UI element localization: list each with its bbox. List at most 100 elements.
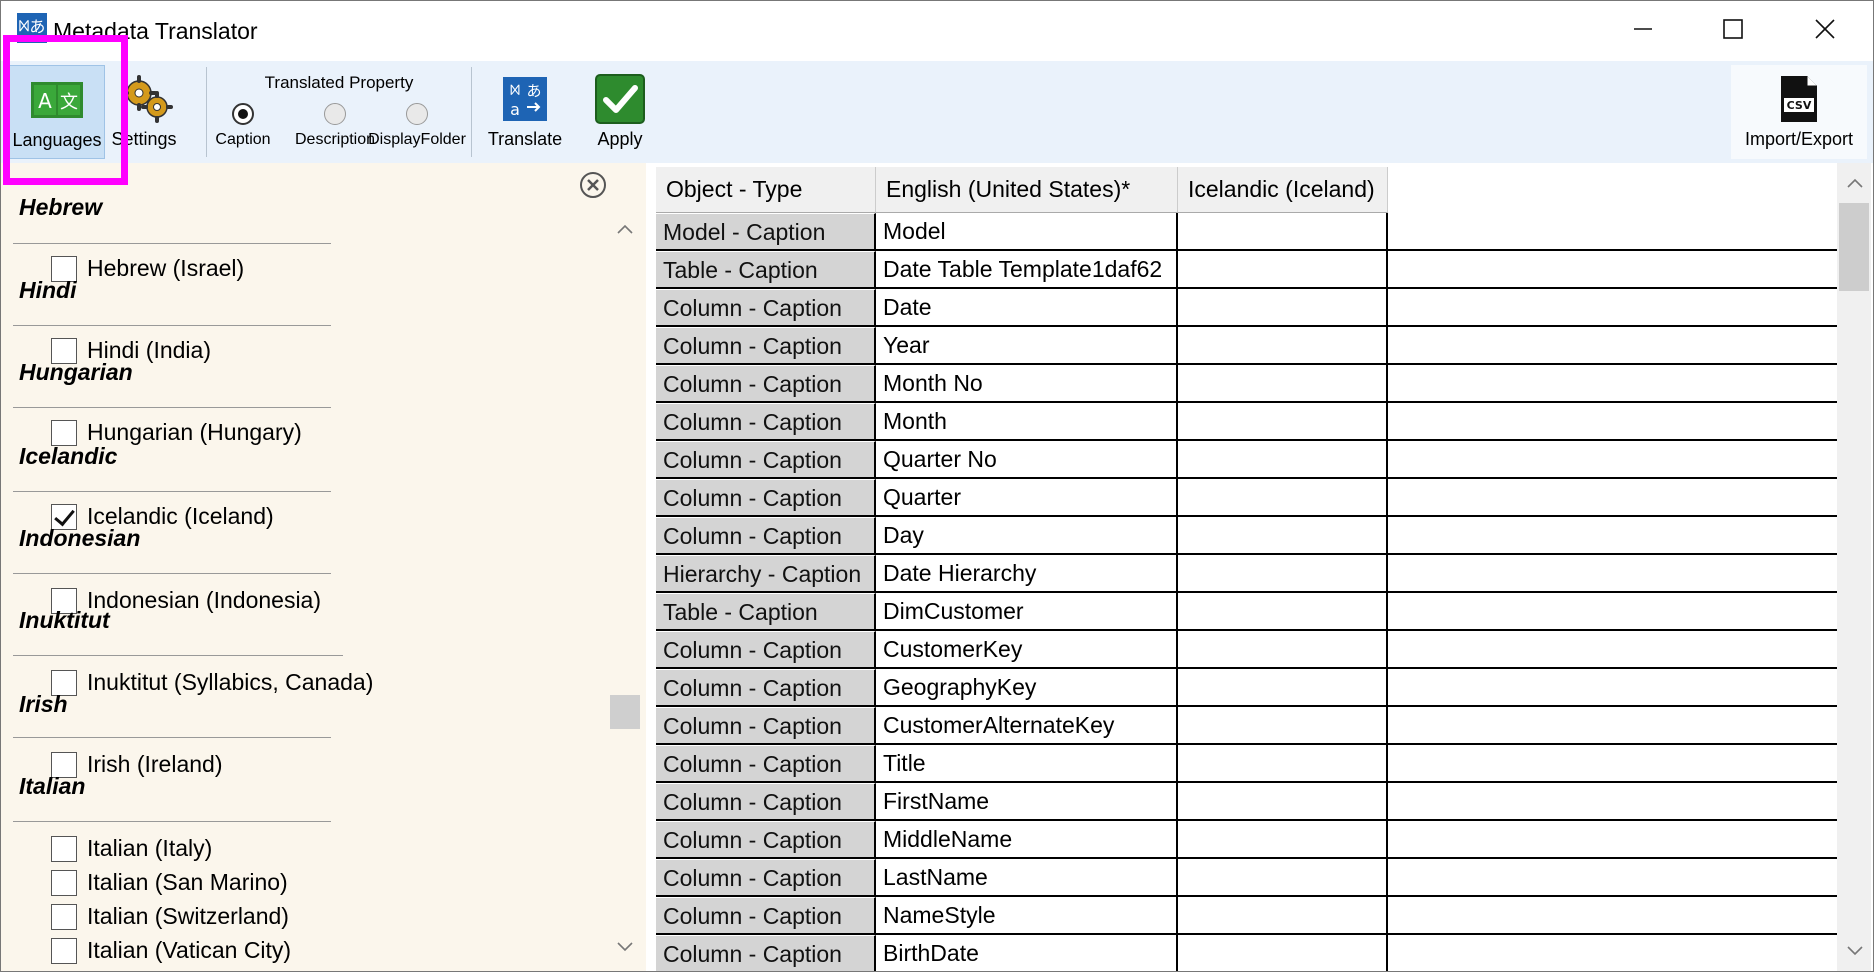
cell-empty xyxy=(1388,821,1846,857)
cell-english[interactable]: Date Hierarchy xyxy=(876,555,1178,591)
cell-icelandic[interactable] xyxy=(1178,289,1388,325)
cell-icelandic[interactable] xyxy=(1178,783,1388,819)
table-row[interactable]: Column - Caption Month No xyxy=(656,365,1846,403)
cell-english[interactable]: Title xyxy=(876,745,1178,781)
cell-icelandic[interactable] xyxy=(1178,251,1388,287)
cell-empty xyxy=(1388,593,1846,629)
language-option-inuktitut-syllabics-canada[interactable]: Inuktitut (Syllabics, Canada) xyxy=(51,669,373,696)
table-row[interactable]: Column - Caption BirthDate xyxy=(656,935,1846,971)
scrollbar-thumb[interactable] xyxy=(1839,203,1869,291)
cell-icelandic[interactable] xyxy=(1178,365,1388,401)
cell-icelandic[interactable] xyxy=(1178,327,1388,363)
translate-button[interactable]: ᢂ あ a Translate xyxy=(479,65,571,159)
import-export-button[interactable]: CSV Import/Export xyxy=(1731,65,1867,159)
radio-caption[interactable]: Caption xyxy=(213,103,273,149)
cell-english[interactable]: Day xyxy=(876,517,1178,553)
language-option-italian-italy[interactable]: Italian (Italy) xyxy=(51,835,212,862)
languages-button[interactable]: A 文 Languages xyxy=(9,65,105,159)
cell-english[interactable]: Year xyxy=(876,327,1178,363)
table-row[interactable]: Table - Caption DimCustomer xyxy=(656,593,1846,631)
cell-icelandic[interactable] xyxy=(1178,213,1388,249)
table-row[interactable]: Column - Caption Quarter No xyxy=(656,441,1846,479)
table-row[interactable]: Column - Caption Quarter xyxy=(656,479,1846,517)
cell-english[interactable]: BirthDate xyxy=(876,935,1178,971)
cell-icelandic[interactable] xyxy=(1178,669,1388,705)
cell-icelandic[interactable] xyxy=(1178,441,1388,477)
cell-empty xyxy=(1388,289,1846,325)
table-row[interactable]: Hierarchy - Caption Date Hierarchy xyxy=(656,555,1846,593)
cell-english[interactable]: Date Table Template1daf62 xyxy=(876,251,1178,287)
minimize-button[interactable] xyxy=(1613,9,1673,49)
settings-button[interactable]: Settings xyxy=(105,65,189,159)
table-row[interactable]: Column - Caption GeographyKey xyxy=(656,669,1846,707)
chevron-down-icon[interactable] xyxy=(616,941,634,953)
table-row[interactable]: Table - Caption Date Table Template1daf62 xyxy=(656,251,1846,289)
table-row[interactable]: Column - Caption Day xyxy=(656,517,1846,555)
table-row[interactable]: Column - Caption Year xyxy=(656,327,1846,365)
table-row[interactable]: Column - Caption Title xyxy=(656,745,1846,783)
table-row[interactable]: Column - Caption NameStyle xyxy=(656,897,1846,935)
table-row[interactable]: Column - Caption Date xyxy=(656,289,1846,327)
table-row[interactable]: Column - Caption FirstName xyxy=(656,783,1846,821)
cell-english[interactable]: Month No xyxy=(876,365,1178,401)
cell-icelandic[interactable] xyxy=(1178,517,1388,553)
cell-icelandic[interactable] xyxy=(1178,593,1388,629)
language-option-italian-vatican-city[interactable]: Italian (Vatican City) xyxy=(51,937,291,964)
chevron-down-icon[interactable] xyxy=(1846,945,1864,957)
group-divider xyxy=(13,243,331,244)
grid-scrollbar[interactable] xyxy=(1837,163,1871,971)
cell-english[interactable]: Quarter No xyxy=(876,441,1178,477)
chevron-up-icon[interactable] xyxy=(1846,177,1864,189)
cell-icelandic[interactable] xyxy=(1178,897,1388,933)
language-option-italian-san-marino[interactable]: Italian (San Marino) xyxy=(51,869,288,896)
cell-english[interactable]: Quarter xyxy=(876,479,1178,515)
cell-english[interactable]: LastName xyxy=(876,859,1178,895)
cell-english[interactable]: MiddleName xyxy=(876,821,1178,857)
cell-icelandic[interactable] xyxy=(1178,745,1388,781)
cell-english[interactable]: CustomerKey xyxy=(876,631,1178,667)
apply-label: Apply xyxy=(597,129,643,149)
column-header-icelandic[interactable]: Icelandic (Iceland) xyxy=(1178,167,1388,213)
cell-english[interactable]: DimCustomer xyxy=(876,593,1178,629)
radio-selected-icon xyxy=(232,103,254,125)
language-option-hebrew-israel[interactable]: Hebrew (Israel) xyxy=(51,255,244,282)
language-option-hungarian-hungary[interactable]: Hungarian (Hungary) xyxy=(51,419,302,446)
column-header-object-type[interactable]: Object - Type xyxy=(656,167,876,213)
language-option-italian-switzerland[interactable]: Italian (Switzerland) xyxy=(51,903,289,930)
table-row[interactable]: Column - Caption CustomerAlternateKey xyxy=(656,707,1846,745)
table-row[interactable]: Column - Caption LastName xyxy=(656,859,1846,897)
cell-icelandic[interactable] xyxy=(1178,859,1388,895)
maximize-button[interactable] xyxy=(1703,9,1763,49)
apply-button[interactable]: Apply xyxy=(579,65,661,159)
column-header-english[interactable]: English (United States)* xyxy=(876,167,1178,213)
chevron-up-icon[interactable] xyxy=(616,223,634,235)
cell-empty xyxy=(1388,441,1846,477)
close-window-button[interactable] xyxy=(1795,9,1855,49)
cell-icelandic[interactable] xyxy=(1178,479,1388,515)
cell-object-type: Column - Caption xyxy=(656,441,876,477)
cell-icelandic[interactable] xyxy=(1178,707,1388,743)
cell-icelandic[interactable] xyxy=(1178,631,1388,667)
table-row[interactable]: Model - Caption Model xyxy=(656,213,1846,251)
cell-english[interactable]: CustomerAlternateKey xyxy=(876,707,1178,743)
table-row[interactable]: Column - Caption CustomerKey xyxy=(656,631,1846,669)
radio-displayfolder[interactable]: DisplayFolder xyxy=(367,103,467,149)
scrollbar-thumb[interactable] xyxy=(610,695,640,729)
cell-icelandic[interactable] xyxy=(1178,403,1388,439)
cell-english[interactable]: Model xyxy=(876,213,1178,249)
svg-text:A: A xyxy=(38,89,52,113)
cell-english[interactable]: GeographyKey xyxy=(876,669,1178,705)
ribbon-separator xyxy=(471,67,472,157)
table-row[interactable]: Column - Caption Month xyxy=(656,403,1846,441)
cell-english[interactable]: FirstName xyxy=(876,783,1178,819)
cell-icelandic[interactable] xyxy=(1178,935,1388,971)
cell-icelandic[interactable] xyxy=(1178,821,1388,857)
language-list-scrollbar[interactable] xyxy=(608,211,642,969)
cell-english[interactable]: Month xyxy=(876,403,1178,439)
gear-icon xyxy=(121,75,173,123)
cell-english[interactable]: NameStyle xyxy=(876,897,1178,933)
cell-icelandic[interactable] xyxy=(1178,555,1388,591)
cell-english[interactable]: Date xyxy=(876,289,1178,325)
table-row[interactable]: Column - Caption MiddleName xyxy=(656,821,1846,859)
close-panel-button[interactable] xyxy=(579,171,607,199)
